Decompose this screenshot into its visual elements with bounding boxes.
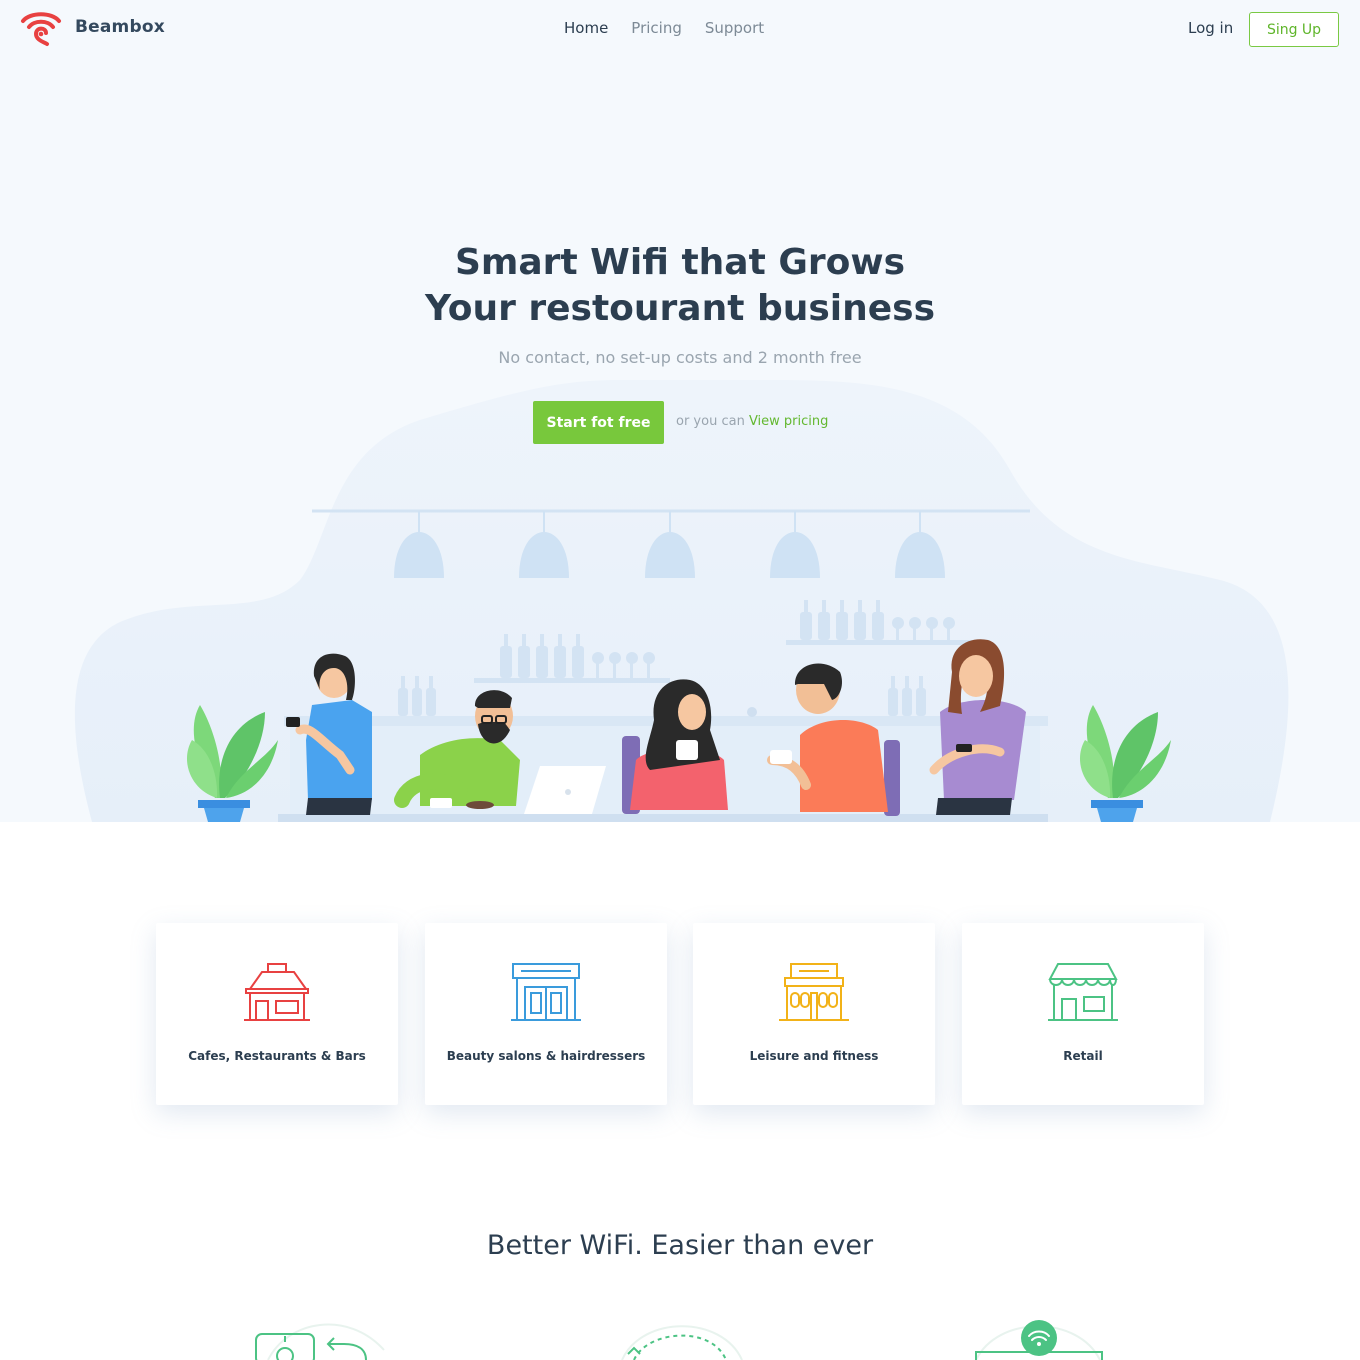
- category-card-beauty[interactable]: Beauty salons & hairdressers: [425, 923, 667, 1105]
- restaurant-illustration: [186, 509, 1171, 822]
- person-purple-shirt: [929, 639, 1026, 815]
- lamp-icon: [394, 511, 945, 578]
- top-navigation: Beambox Home Pricing Support Log in Sing…: [0, 0, 1360, 60]
- view-pricing-prompt: or you can View pricing: [676, 414, 828, 429]
- nav-pricing-link[interactable]: Pricing: [631, 19, 682, 37]
- view-pricing-link[interactable]: View pricing: [749, 414, 828, 429]
- category-label: Cafes, Restaurants & Bars: [188, 1049, 366, 1063]
- nav-home-link[interactable]: Home: [564, 19, 608, 37]
- leisure-building-icon: [779, 963, 849, 1021]
- category-label: Beauty salons & hairdressers: [446, 1049, 646, 1063]
- retail-store-icon: [1048, 963, 1118, 1021]
- category-card-leisure[interactable]: Leisure and fitness: [693, 923, 935, 1105]
- category-card-retail[interactable]: Retail: [962, 923, 1204, 1105]
- hero-headline-line-1: Smart Wifi that Grows: [454, 242, 906, 283]
- brand-name[interactable]: Beambox: [75, 17, 165, 37]
- login-link[interactable]: Log in: [1188, 19, 1233, 37]
- cafe-building-icon: [244, 963, 310, 1021]
- plant-icon: [1079, 705, 1171, 822]
- category-label: Leisure and fitness: [749, 1049, 879, 1063]
- plant-icon: [186, 705, 278, 822]
- signup-button[interactable]: Sing Up: [1249, 12, 1339, 47]
- nav-support-link[interactable]: Support: [705, 19, 764, 37]
- dashed-circle-arrow-icon: [621, 1325, 743, 1360]
- category-label: Retail: [1063, 1049, 1103, 1063]
- hero-subline: No contact, no set-up costs and 2 month …: [498, 348, 862, 367]
- hero-headline: Smart Wifi that Grows Your restourant bu…: [380, 240, 980, 332]
- start-free-button[interactable]: Start fot free: [533, 401, 664, 444]
- wifi-logo-icon[interactable]: [20, 9, 62, 47]
- features-title: Better WiFi. Easier than ever: [486, 1230, 874, 1261]
- device-return-icon: [255, 1323, 385, 1360]
- view-pricing-prefix: or you can: [676, 414, 745, 429]
- salon-storefront-icon: [511, 963, 581, 1021]
- category-card-cafes[interactable]: Cafes, Restaurants & Bars: [156, 923, 398, 1105]
- wifi-router-icon: [975, 1320, 1103, 1360]
- hero-headline-line-2: Your restourant business: [424, 288, 936, 329]
- main-nav: Home Pricing Support: [564, 19, 764, 37]
